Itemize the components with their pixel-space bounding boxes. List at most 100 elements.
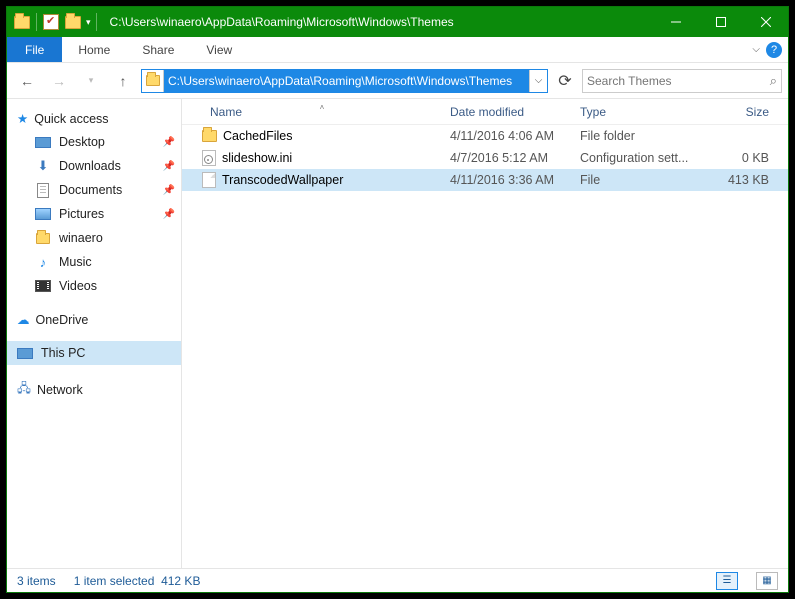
file-row[interactable]: TranscodedWallpaper 4/11/2016 3:36 AM Fi…	[182, 169, 788, 191]
file-row[interactable]: CachedFiles 4/11/2016 4:06 AM File folde…	[182, 125, 788, 147]
navigation-bar: ← → ▾ ↑ ⌵ ⟳ ⌕	[7, 63, 788, 99]
search-input[interactable]	[587, 74, 770, 88]
up-button[interactable]: ↑	[109, 67, 137, 95]
file-name: slideshow.ini	[222, 151, 292, 165]
column-name[interactable]: Name ˄	[202, 105, 442, 119]
pictures-icon	[35, 208, 51, 220]
separator	[36, 13, 37, 31]
file-type: File folder	[572, 129, 697, 143]
share-tab[interactable]: Share	[126, 37, 190, 62]
sidebar-item-videos[interactable]: Videos	[7, 274, 181, 298]
qat: ▾	[7, 11, 100, 33]
sidebar-item-label: Music	[59, 255, 92, 269]
sidebar-item-network[interactable]: 🖧 Network	[7, 375, 181, 404]
close-button[interactable]	[743, 7, 788, 37]
sidebar-item-music[interactable]: ♪ Music	[7, 250, 181, 274]
sidebar-item-documents[interactable]: Documents📌	[7, 178, 181, 202]
window-controls	[653, 7, 788, 37]
status-bar: 3 items 1 item selected 412 KB ☰ ▦	[7, 568, 788, 592]
sidebar-item-downloads[interactable]: ⬇Downloads📌	[7, 154, 181, 178]
sidebar-item-label: This PC	[41, 346, 85, 360]
details-view-button[interactable]: ☰	[716, 572, 738, 590]
window-title: C:\Users\winaero\AppData\Roaming\Microso…	[100, 15, 653, 29]
column-type[interactable]: Type	[572, 105, 697, 119]
folder-icon[interactable]	[11, 11, 33, 33]
file-name: TranscodedWallpaper	[222, 173, 343, 187]
quick-access-label: Quick access	[34, 112, 108, 126]
sidebar-item-winaero[interactable]: winaero	[7, 226, 181, 250]
help-icon[interactable]: ?	[766, 42, 782, 58]
sidebar-item-label: OneDrive	[36, 313, 89, 327]
home-tab[interactable]: Home	[62, 37, 126, 62]
file-list: CachedFiles 4/11/2016 4:06 AM File folde…	[182, 125, 788, 568]
view-tab[interactable]: View	[190, 37, 248, 62]
forward-button[interactable]: →	[45, 67, 73, 95]
pc-icon	[17, 348, 33, 359]
file-date: 4/7/2016 5:12 AM	[442, 151, 572, 165]
folder-icon	[36, 233, 50, 244]
file-type: File	[572, 173, 697, 187]
minimize-button[interactable]	[653, 7, 698, 37]
file-size: 413 KB	[697, 173, 777, 187]
cloud-icon: ☁	[17, 312, 30, 327]
icons-view-button[interactable]: ▦	[756, 572, 778, 590]
search-box[interactable]: ⌕	[582, 69, 782, 93]
file-type: Configuration sett...	[572, 151, 697, 165]
sidebar-item-label: Desktop	[59, 135, 105, 149]
column-size[interactable]: Size	[697, 105, 777, 119]
expand-ribbon-icon[interactable]: ⌵	[752, 44, 760, 55]
file-tab[interactable]: File	[7, 37, 62, 62]
quick-access-header[interactable]: ★ Quick access	[7, 107, 181, 130]
address-folder-icon[interactable]	[142, 70, 164, 92]
ribbon: File Home Share View ⌵ ?	[7, 37, 788, 63]
status-item-count: 3 items	[17, 574, 56, 588]
music-icon: ♪	[35, 254, 51, 270]
new-folder-icon[interactable]	[62, 11, 84, 33]
sidebar-item-label: Network	[37, 383, 83, 397]
search-icon[interactable]: ⌕	[770, 73, 777, 89]
pin-icon: 📌	[163, 185, 175, 196]
file-name: CachedFiles	[223, 129, 292, 143]
downloads-icon: ⬇	[35, 158, 51, 174]
explorer-window: ▾ C:\Users\winaero\AppData\Roaming\Micro…	[6, 6, 789, 593]
properties-icon[interactable]	[40, 11, 62, 33]
ini-file-icon	[202, 150, 216, 166]
file-date: 4/11/2016 4:06 AM	[442, 129, 572, 143]
file-row[interactable]: slideshow.ini 4/7/2016 5:12 AM Configura…	[182, 147, 788, 169]
folder-icon	[202, 130, 217, 142]
videos-icon	[35, 280, 51, 292]
titlebar[interactable]: ▾ C:\Users\winaero\AppData\Roaming\Micro…	[7, 7, 788, 37]
pin-icon: 📌	[163, 209, 175, 220]
back-button[interactable]: ←	[13, 67, 41, 95]
address-bar[interactable]: ⌵	[141, 69, 548, 93]
sidebar-item-thispc[interactable]: This PC	[7, 341, 181, 365]
sidebar-item-onedrive[interactable]: ☁ OneDrive	[7, 308, 181, 331]
pin-icon: 📌	[163, 161, 175, 172]
sidebar-item-desktop[interactable]: Desktop 📌	[7, 130, 181, 154]
documents-icon	[37, 183, 49, 198]
qat-dropdown[interactable]: ▾	[84, 17, 93, 28]
column-headers: Name ˄ Date modified Type Size	[182, 99, 788, 125]
status-selection: 1 item selected 412 KB	[74, 574, 201, 588]
sort-indicator-icon: ˄	[320, 103, 325, 112]
separator	[96, 13, 97, 31]
sidebar-item-label: Videos	[59, 279, 97, 293]
address-dropdown[interactable]: ⌵	[529, 70, 547, 92]
pin-icon: 📌	[163, 137, 175, 148]
recent-dropdown[interactable]: ▾	[77, 67, 105, 95]
maximize-button[interactable]	[698, 7, 743, 37]
refresh-button[interactable]: ⟳	[552, 71, 578, 91]
desktop-icon	[35, 137, 51, 148]
file-date: 4/11/2016 3:36 AM	[442, 173, 572, 187]
network-icon: 🖧	[17, 379, 31, 400]
address-input[interactable]	[164, 70, 529, 92]
column-label: Name	[210, 105, 242, 119]
file-size: 0 KB	[697, 151, 777, 165]
sidebar-item-label: Pictures	[59, 207, 104, 221]
sidebar-item-pictures[interactable]: Pictures 📌	[7, 202, 181, 226]
column-date[interactable]: Date modified	[442, 105, 572, 119]
navigation-pane: ★ Quick access Desktop 📌 ⬇Downloads📌 Docum…	[7, 99, 182, 568]
content-pane: Name ˄ Date modified Type Size CachedFile…	[182, 99, 788, 568]
star-icon: ★	[17, 111, 28, 126]
sidebar-item-label: winaero	[59, 231, 103, 245]
